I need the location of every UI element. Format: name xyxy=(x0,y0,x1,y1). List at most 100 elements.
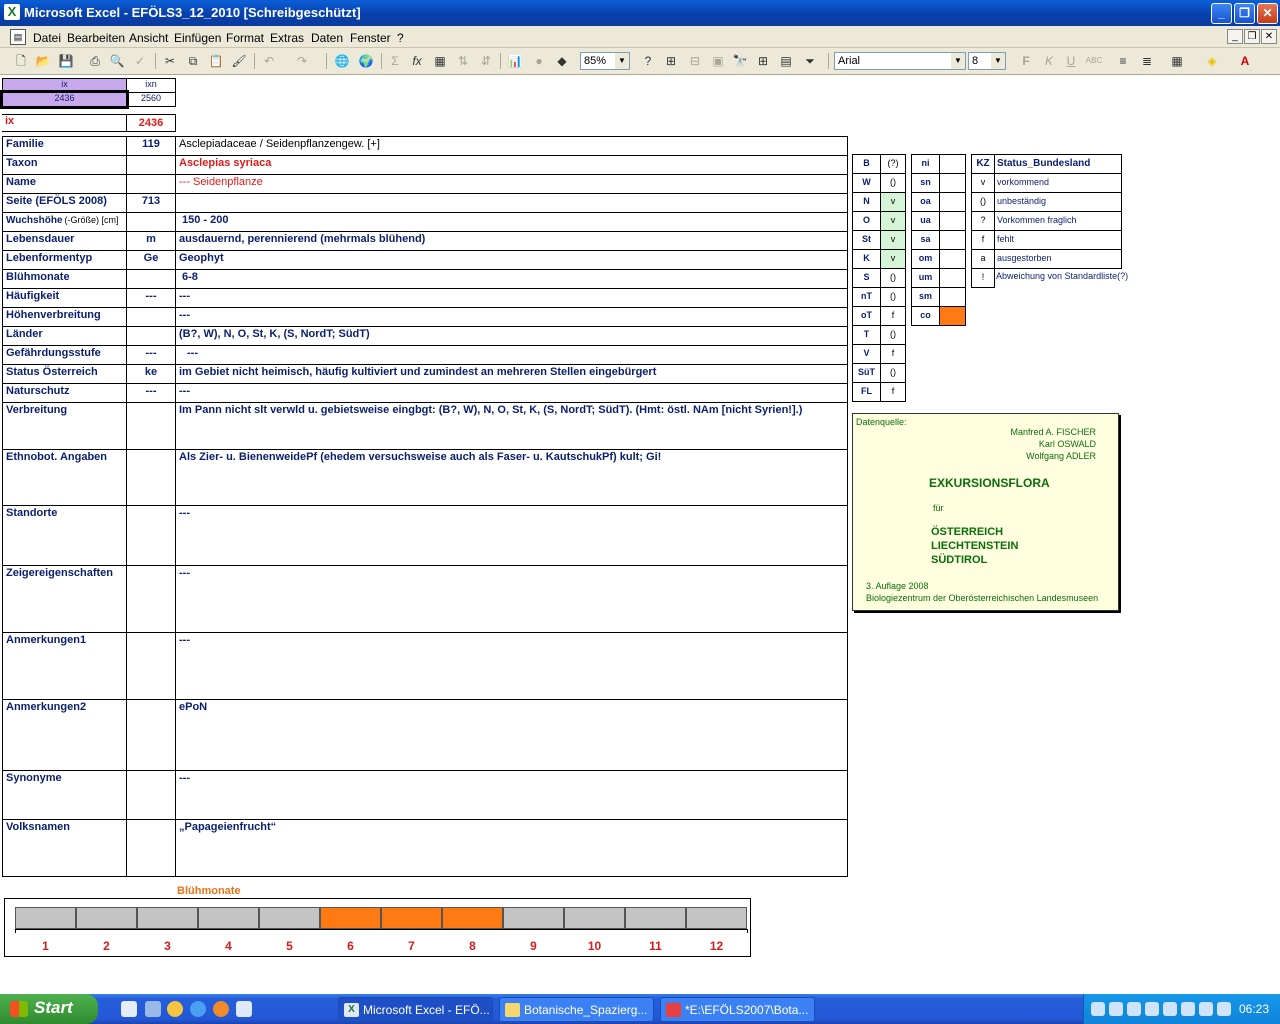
menu-fenster[interactable]: Fenster xyxy=(350,31,391,45)
close-button[interactable]: ✕ xyxy=(1257,3,1278,24)
new-icon[interactable]: 🗋 xyxy=(12,53,30,69)
month-bar[interactable] xyxy=(442,907,503,929)
row-label[interactable]: Synonyme xyxy=(2,770,127,820)
row-label[interactable]: Status Österreich xyxy=(2,364,127,384)
state-value[interactable]: (?) xyxy=(880,154,906,174)
region-value[interactable] xyxy=(939,306,966,326)
row-code[interactable] xyxy=(126,307,176,327)
legend-value[interactable]: Abweichung von Standardliste(?) xyxy=(994,268,1134,288)
row-code[interactable]: m xyxy=(126,231,176,251)
toolbar-icon-a[interactable]: ⊞ xyxy=(662,53,680,69)
region-code[interactable]: ni xyxy=(911,154,940,174)
insert-chart-icon[interactable]: ▦ xyxy=(431,53,449,69)
row-label[interactable]: Lebenformentyp xyxy=(2,250,127,270)
desktop-icon[interactable] xyxy=(121,1001,137,1017)
legend-code[interactable]: a xyxy=(971,249,995,269)
row-label[interactable]: Häufigkeit xyxy=(2,288,127,308)
help-icon[interactable]: ? xyxy=(639,53,657,69)
row-code[interactable]: --- xyxy=(126,345,176,365)
redo-icon[interactable]: ↷ xyxy=(293,53,311,69)
ie-icon[interactable] xyxy=(190,1001,206,1017)
legend-value[interactable]: ausgestorben xyxy=(994,249,1122,269)
row-value[interactable]: --- xyxy=(175,632,848,700)
row-code[interactable] xyxy=(126,565,176,633)
chart-wizard-icon[interactable]: 📊 xyxy=(506,53,524,69)
region-code[interactable]: ua xyxy=(911,211,940,231)
paste-icon[interactable]: 📋 xyxy=(207,53,225,69)
chevron-down-icon[interactable]: ▼ xyxy=(991,53,1005,69)
state-code[interactable]: SüT xyxy=(852,363,881,383)
row-code[interactable] xyxy=(126,402,176,450)
state-code[interactable]: W xyxy=(852,173,881,193)
state-code[interactable]: St xyxy=(852,230,881,250)
month-bar[interactable] xyxy=(15,907,76,929)
italic-icon[interactable]: K xyxy=(1040,53,1058,69)
state-value[interactable]: () xyxy=(880,173,906,193)
state-code[interactable]: S xyxy=(852,268,881,288)
row-value[interactable]: 6-8 xyxy=(175,269,848,289)
sort-desc-icon[interactable]: ⇵ xyxy=(477,53,495,69)
legend-code[interactable]: ! xyxy=(971,268,995,288)
spelling-icon[interactable]: ✓ xyxy=(131,53,149,69)
tray-speaker-icon[interactable] xyxy=(1091,1002,1105,1016)
month-bar[interactable] xyxy=(564,907,625,929)
row-value[interactable]: --- xyxy=(175,770,848,820)
row-value[interactable]: --- Seidenpflanze xyxy=(175,174,848,194)
month-bar[interactable] xyxy=(381,907,442,929)
row-value[interactable]: Im Pann nicht slt verwld u. gebietsweise… xyxy=(175,402,848,450)
month-bar[interactable] xyxy=(198,907,259,929)
state-code[interactable]: V xyxy=(852,344,881,364)
month-bar[interactable] xyxy=(259,907,320,929)
region-value[interactable] xyxy=(939,154,966,174)
menu-bearbeiten[interactable]: Bearbeiten xyxy=(67,31,125,45)
row-label[interactable]: Länder xyxy=(2,326,127,346)
row-label[interactable]: Zeigereigenschaften xyxy=(2,565,127,633)
region-value[interactable] xyxy=(939,211,966,231)
toolbar-icon-b[interactable]: ⊟ xyxy=(686,53,704,69)
row-code[interactable]: --- xyxy=(126,288,176,308)
row-value[interactable]: --- xyxy=(175,505,848,566)
zoom-select[interactable]: 85% ▼ xyxy=(580,52,630,70)
row-label[interactable]: Taxon xyxy=(2,155,127,175)
state-code[interactable]: FL xyxy=(852,382,881,402)
task-excel[interactable]: X Microsoft Excel - EFÖ... xyxy=(338,997,493,1022)
tray-shield-icon[interactable] xyxy=(1163,1002,1177,1016)
toolbar-icon-c[interactable]: ▣ xyxy=(709,53,727,69)
function-icon[interactable]: fx xyxy=(408,53,426,69)
region-code[interactable]: sm xyxy=(911,287,940,307)
state-value[interactable]: v xyxy=(880,192,906,212)
row-code[interactable] xyxy=(126,155,176,175)
row-label[interactable]: Blühmonate xyxy=(2,269,127,289)
row-label[interactable]: Naturschutz xyxy=(2,383,127,403)
row-value[interactable]: Geophyt xyxy=(175,250,848,270)
web-icon[interactable]: 🌍 xyxy=(357,53,375,69)
align-center-icon[interactable]: ≣ xyxy=(1138,53,1156,69)
ix-header[interactable]: ix xyxy=(2,78,127,93)
row-value[interactable]: --- xyxy=(175,383,848,403)
bold-icon[interactable]: F xyxy=(1017,53,1035,69)
print-preview-icon[interactable]: 🔍 xyxy=(108,53,126,69)
filter-icon[interactable]: ⏷ xyxy=(801,53,819,69)
row-code[interactable] xyxy=(126,505,176,566)
month-bar[interactable] xyxy=(320,907,381,929)
sort-asc-icon[interactable]: ⇅ xyxy=(454,53,472,69)
row-value[interactable]: (B?, W), N, O, St, K, (S, NordT; SüdT) xyxy=(175,326,848,346)
row-value[interactable]: „Papageienfrucht“ xyxy=(175,819,848,877)
state-value[interactable]: v xyxy=(880,249,906,269)
region-value[interactable] xyxy=(939,230,966,250)
row-code[interactable]: 713 xyxy=(126,193,176,213)
state-code[interactable]: N xyxy=(852,192,881,212)
row-value[interactable]: ePoN xyxy=(175,699,848,771)
row-label[interactable]: Anmerkungen1 xyxy=(2,632,127,700)
row-label[interactable]: Standorte xyxy=(2,505,127,566)
region-value[interactable] xyxy=(939,192,966,212)
row-value[interactable]: Asclepiadaceae / Seidenpflanzengew. [+] xyxy=(175,136,848,156)
menu-einfuegen[interactable]: Einfügen xyxy=(174,31,221,45)
tray-info-icon[interactable] xyxy=(1199,1002,1213,1016)
cut-icon[interactable]: ✂ xyxy=(161,53,179,69)
state-value[interactable]: v xyxy=(880,211,906,231)
row-value[interactable]: Als Zier- u. BienenweidePf (ehedem versu… xyxy=(175,449,848,506)
month-bar[interactable] xyxy=(686,907,747,929)
drawing-icon[interactable]: ◆ xyxy=(553,53,571,69)
row-label[interactable]: Ethnobot. Angaben xyxy=(2,449,127,506)
